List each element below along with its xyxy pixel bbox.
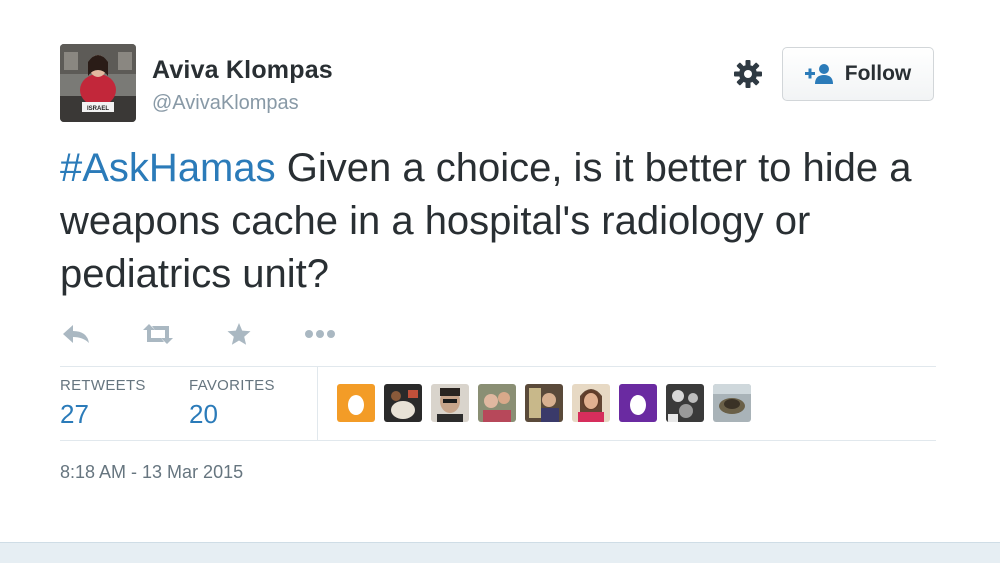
- reply-icon[interactable]: [58, 318, 94, 350]
- tweet-card: ISRAEL Aviva Klompas @AvivaKlompas Follo…: [0, 0, 1000, 563]
- favoriter-avatar[interactable]: [713, 384, 751, 422]
- hashtag-link[interactable]: #AskHamas: [60, 146, 276, 190]
- stats-bottom-divider: [60, 440, 936, 441]
- tweet-timestamp[interactable]: 8:18 AM - 13 Mar 2015: [60, 462, 243, 483]
- favoriter-avatar-egg-orange[interactable]: [337, 384, 375, 422]
- retweets-count[interactable]: 27: [60, 399, 89, 430]
- tweet-text: #AskHamas Given a choice, is it better t…: [60, 142, 940, 301]
- favorite-icon[interactable]: [221, 318, 257, 350]
- retweet-icon[interactable]: [140, 318, 176, 350]
- favoriter-avatar[interactable]: [478, 384, 516, 422]
- follow-button[interactable]: Follow: [782, 47, 934, 101]
- retweets-label: RETWEETS: [60, 377, 146, 394]
- favoriter-avatar[interactable]: [572, 384, 610, 422]
- favoriter-avatar[interactable]: [525, 384, 563, 422]
- favorites-count[interactable]: 20: [189, 399, 218, 430]
- favorites-label: FAVORITES: [189, 377, 275, 394]
- bottom-bar: [0, 542, 1000, 563]
- favoriting-users: [337, 384, 751, 422]
- more-icon[interactable]: [302, 318, 338, 350]
- user-handle[interactable]: @AvivaKlompas: [152, 92, 299, 115]
- user-display-name[interactable]: Aviva Klompas: [152, 56, 333, 85]
- favoriter-avatar-egg-purple[interactable]: [619, 384, 657, 422]
- favoriter-avatar[interactable]: [431, 384, 469, 422]
- user-avatar[interactable]: ISRAEL: [60, 44, 136, 122]
- stats-top-divider: [60, 366, 936, 367]
- favoriter-avatar[interactable]: [666, 384, 704, 422]
- avatar-placard-text: ISRAEL: [87, 106, 109, 112]
- gear-icon[interactable]: [732, 58, 764, 90]
- person-plus-icon: [804, 64, 833, 84]
- follow-button-label: Follow: [844, 62, 912, 85]
- avatar-photo: ISRAEL: [60, 44, 136, 122]
- favoriter-avatar[interactable]: [384, 384, 422, 422]
- stats-separator: [317, 367, 318, 440]
